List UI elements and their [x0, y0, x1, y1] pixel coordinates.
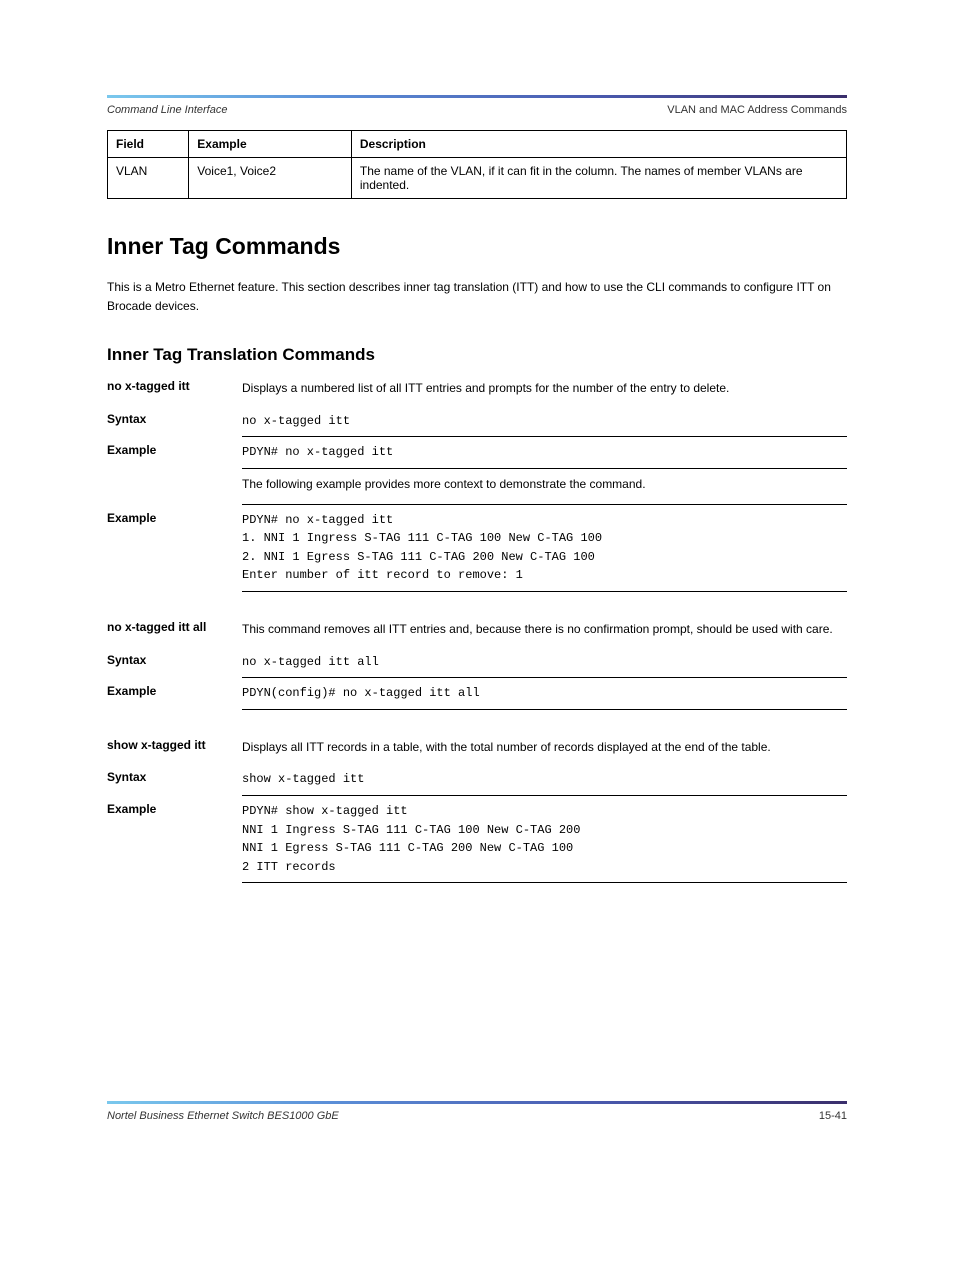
table-header-cell: Field	[108, 131, 189, 158]
table-header-row: Field Example Description	[108, 131, 847, 158]
command-name-label: no x-tagged itt all	[107, 620, 242, 634]
command-description: Displays all ITT records in a table, wit…	[242, 738, 847, 757]
command-block: no x-tagged itt Displays a numbered list…	[107, 379, 847, 398]
example-label: Example	[107, 684, 242, 698]
example-line: NNI 1 Ingress S-TAG 111 C-TAG 100 New C-…	[242, 821, 847, 840]
syntax-label: Syntax	[107, 412, 242, 426]
syntax-row: Syntax no x-tagged itt all	[107, 653, 847, 672]
command-block: no x-tagged itt all This command removes…	[107, 620, 847, 639]
syntax-text: no x-tagged itt all	[242, 653, 847, 672]
command-name-label: show x-tagged itt	[107, 738, 242, 752]
divider	[242, 709, 847, 710]
divider	[242, 677, 847, 678]
example-line: Enter number of itt record to remove: 1	[242, 566, 847, 585]
example-text: PDYN(config)# no x-tagged itt all	[242, 684, 847, 703]
page-footer: Nortel Business Ethernet Switch BES1000 …	[107, 1101, 847, 1122]
divider	[242, 591, 847, 592]
table-cell: The name of the VLAN, if it can fit in t…	[351, 158, 846, 199]
heading-3: Inner Tag Translation Commands	[107, 345, 847, 365]
divider	[242, 468, 847, 469]
example-text: PDYN# show x-tagged itt NNI 1 Ingress S-…	[242, 802, 847, 876]
vlan-field-table: Field Example Description VLAN Voice1, V…	[107, 130, 847, 199]
footer-page-number: 15-41	[819, 1110, 847, 1122]
heading-2: Inner Tag Commands	[107, 233, 847, 260]
document-page: Command Line Interface VLAN and MAC Addr…	[0, 0, 954, 1272]
command-description: Displays a numbered list of all ITT entr…	[242, 379, 847, 398]
example-line: PDYN# no x-tagged itt	[242, 511, 847, 530]
example-label: Example	[107, 802, 242, 816]
footer-left: Nortel Business Ethernet Switch BES1000 …	[107, 1110, 339, 1122]
footer-line: Nortel Business Ethernet Switch BES1000 …	[107, 1110, 847, 1122]
syntax-row: Syntax show x-tagged itt	[107, 770, 847, 789]
command-block: show x-tagged itt Displays all ITT recor…	[107, 738, 847, 757]
command-name-label: no x-tagged itt	[107, 379, 242, 393]
example-row: Example PDYN# show x-tagged itt NNI 1 In…	[107, 802, 847, 876]
page-header: Command Line Interface VLAN and MAC Addr…	[107, 104, 847, 116]
footer-gradient-bar	[107, 1101, 847, 1104]
syntax-label: Syntax	[107, 770, 242, 784]
example-text: PDYN# no x-tagged itt 1. NNI 1 Ingress S…	[242, 511, 847, 585]
table-header-cell: Description	[351, 131, 846, 158]
table-cell: Voice1, Voice2	[189, 158, 352, 199]
divider	[242, 882, 847, 883]
table-header-cell: Example	[189, 131, 352, 158]
example-row: Example PDYN# no x-tagged itt 1. NNI 1 I…	[107, 511, 847, 585]
header-right: VLAN and MAC Address Commands	[667, 104, 847, 116]
divider	[242, 795, 847, 796]
example-text: PDYN# no x-tagged itt	[242, 443, 847, 462]
table-row: VLAN Voice1, Voice2 The name of the VLAN…	[108, 158, 847, 199]
example-line: 2 ITT records	[242, 858, 847, 877]
command-note: The following example provides more cont…	[242, 475, 847, 494]
example-line: 1. NNI 1 Ingress S-TAG 111 C-TAG 100 New…	[242, 529, 847, 548]
example-label: Example	[107, 511, 242, 525]
command-description: This command removes all ITT entries and…	[242, 620, 847, 639]
header-gradient-bar	[107, 95, 847, 98]
table-cell: VLAN	[108, 158, 189, 199]
example-line: 2. NNI 1 Egress S-TAG 111 C-TAG 200 New …	[242, 548, 847, 567]
example-line: PDYN# show x-tagged itt	[242, 802, 847, 821]
example-row: Example PDYN(config)# no x-tagged itt al…	[107, 684, 847, 703]
example-label: Example	[107, 443, 242, 457]
section-inner-tag: Inner Tag Commands This is a Metro Ether…	[107, 233, 847, 883]
section-intro: This is a Metro Ethernet feature. This s…	[107, 278, 847, 315]
example-row: Example PDYN# no x-tagged itt	[107, 443, 847, 462]
divider	[242, 504, 847, 505]
divider	[242, 436, 847, 437]
syntax-text: show x-tagged itt	[242, 770, 847, 789]
syntax-label: Syntax	[107, 653, 242, 667]
syntax-text: no x-tagged itt	[242, 412, 847, 431]
header-left: Command Line Interface	[107, 104, 227, 116]
example-line: NNI 1 Egress S-TAG 111 C-TAG 200 New C-T…	[242, 839, 847, 858]
syntax-row: Syntax no x-tagged itt	[107, 412, 847, 431]
